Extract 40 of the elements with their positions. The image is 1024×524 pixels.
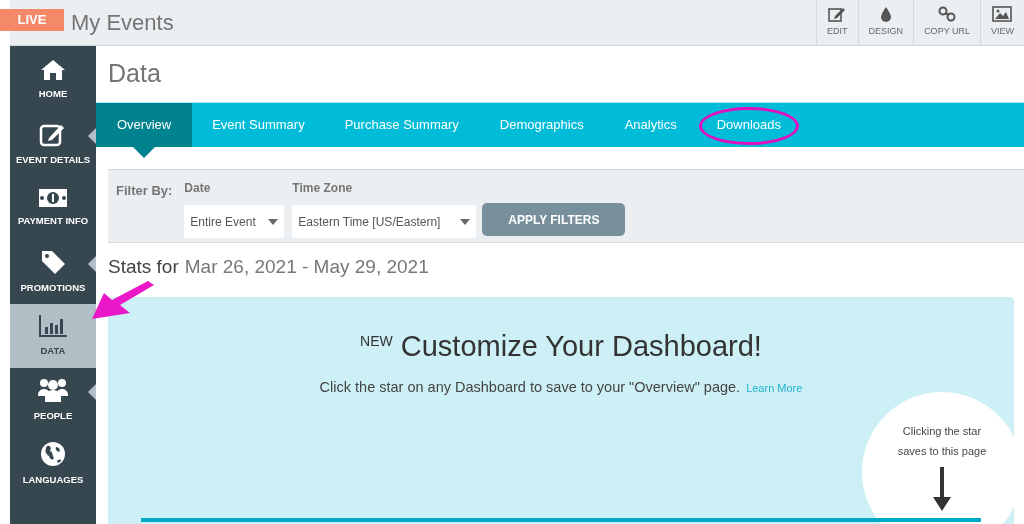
- banknote-icon: [38, 187, 68, 208]
- sidebar-item[interactable]: LANGUAGES: [10, 432, 96, 496]
- apply-filters-button[interactable]: APPLY FILTERS: [482, 203, 626, 236]
- caret-icon: [268, 218, 279, 225]
- toolbar-button[interactable]: DESIGN: [857, 0, 914, 45]
- new-label: NEW: [360, 332, 393, 351]
- sidebar-item[interactable]: PAYMENT INFO: [10, 176, 96, 240]
- sidebar-item[interactable]: PROMOTIONS: [10, 240, 96, 304]
- dropdown[interactable]: Eastern Time [US/Eastern]: [292, 205, 477, 238]
- link-icon: [938, 6, 957, 23]
- pencil-icon: [828, 6, 847, 23]
- toolbar-button[interactable]: EDIT: [816, 0, 858, 45]
- filter-label: Filter By:: [116, 182, 173, 200]
- caret-icon: [460, 218, 471, 225]
- sidebar-item[interactable]: DATA: [10, 304, 96, 368]
- globe-icon: [40, 440, 66, 467]
- promo-text: Click the star on any Dashboard to save to your "Overview" page.: [319, 377, 741, 397]
- toolbar-button[interactable]: COPY URL: [913, 0, 980, 45]
- live-badge: LIVE: [0, 9, 64, 31]
- people-icon: [38, 376, 68, 403]
- toolbar-button[interactable]: VIEW: [980, 0, 1024, 45]
- dropdown[interactable]: Entire Event: [184, 205, 285, 238]
- field-label: Time Zone: [292, 180, 354, 197]
- house-icon: [40, 58, 66, 81]
- promo-title: Customize Your Dashboard!: [400, 329, 762, 364]
- callout-text: Clicking the star saves to this page: [896, 424, 988, 459]
- sidebar-item[interactable]: PEOPLE: [10, 368, 96, 432]
- tab-pointer-icon: [133, 147, 156, 158]
- date-range: Mar 26, 2021 - May 29, 2021: [184, 254, 429, 279]
- down-arrow-icon: [933, 467, 951, 511]
- tag-icon: [40, 248, 66, 275]
- app-title: My Events: [71, 9, 174, 37]
- page-title: Data: [107, 58, 162, 90]
- drop-icon: [879, 6, 892, 23]
- field-label: Date: [184, 180, 212, 197]
- image-icon: [992, 6, 1013, 23]
- stats-label: Stats for: [108, 254, 179, 279]
- pointer-arrow: [90, 281, 156, 320]
- bar-chart-icon: [38, 313, 68, 338]
- sidebar-item[interactable]: HOME: [10, 48, 96, 112]
